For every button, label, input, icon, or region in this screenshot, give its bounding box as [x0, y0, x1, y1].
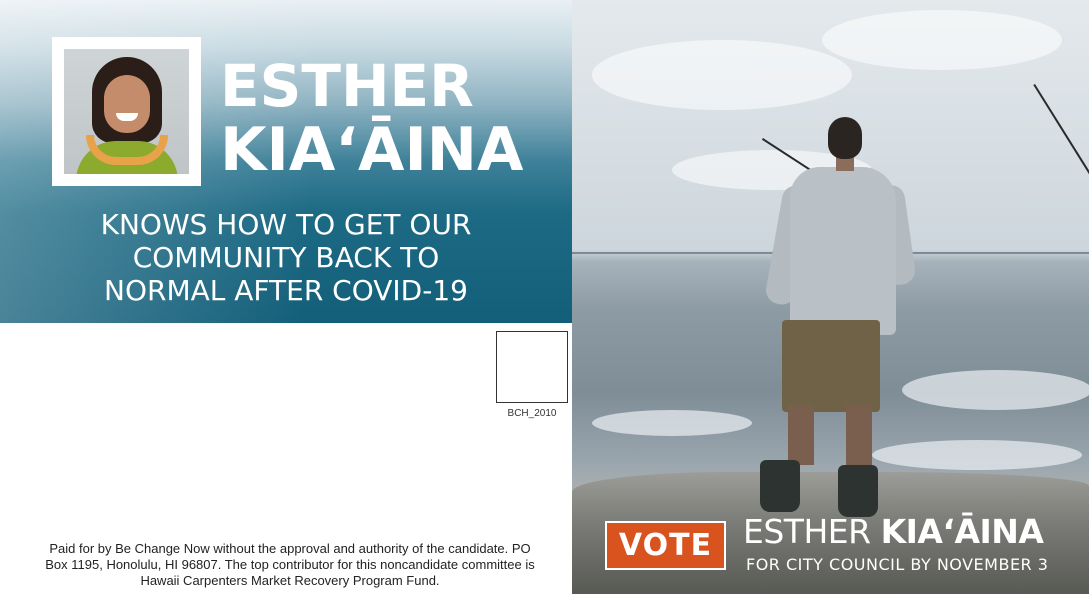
cloud: [592, 40, 852, 110]
candidate-last-name: KIA‘ĀINA: [220, 115, 524, 185]
fishing-photo: [572, 0, 1089, 594]
fisherman-shorts: [782, 320, 880, 412]
portrait-face: [104, 75, 150, 133]
wave-foam: [902, 370, 1089, 410]
vote-candidate-name: ESTHER KIA‘ĀINA: [743, 512, 1044, 552]
paid-for-disclaimer: Paid for by Be Change Now without the ap…: [45, 541, 535, 588]
campaign-tagline: KNOWS HOW TO GET OUR COMMUNITY BACK TO N…: [100, 208, 472, 307]
mailer-front-left: ESTHER KIA‘ĀINA KNOWS HOW TO GET OUR COM…: [0, 0, 572, 594]
candidate-photo-frame: [52, 37, 201, 186]
mailing-code: BCH_2010: [507, 408, 557, 419]
vote-first-name: ESTHER: [743, 512, 871, 551]
fisherman-head: [828, 117, 862, 159]
vote-subline: FOR CITY COUNCIL BY NOVEMBER 3: [746, 555, 1049, 574]
fisherman-figure: [752, 115, 917, 525]
fisherman-left-boot: [760, 460, 800, 512]
candidate-name: ESTHER KIA‘ĀINA: [220, 54, 523, 182]
wave-foam: [592, 410, 752, 436]
cloud: [822, 10, 1062, 70]
fisherman-right-boot: [838, 465, 878, 517]
fisherman-right-leg: [846, 405, 872, 465]
fishing-rod: [1033, 84, 1089, 179]
postage-box: [496, 331, 568, 403]
candidate-first-name: ESTHER: [220, 52, 474, 120]
vote-badge: VOTE: [605, 521, 726, 570]
vote-last-name: KIA‘ĀINA: [880, 512, 1044, 551]
fisherman-left-leg: [788, 405, 814, 465]
candidate-portrait: [64, 49, 189, 174]
fisherman-shirt: [790, 167, 896, 335]
